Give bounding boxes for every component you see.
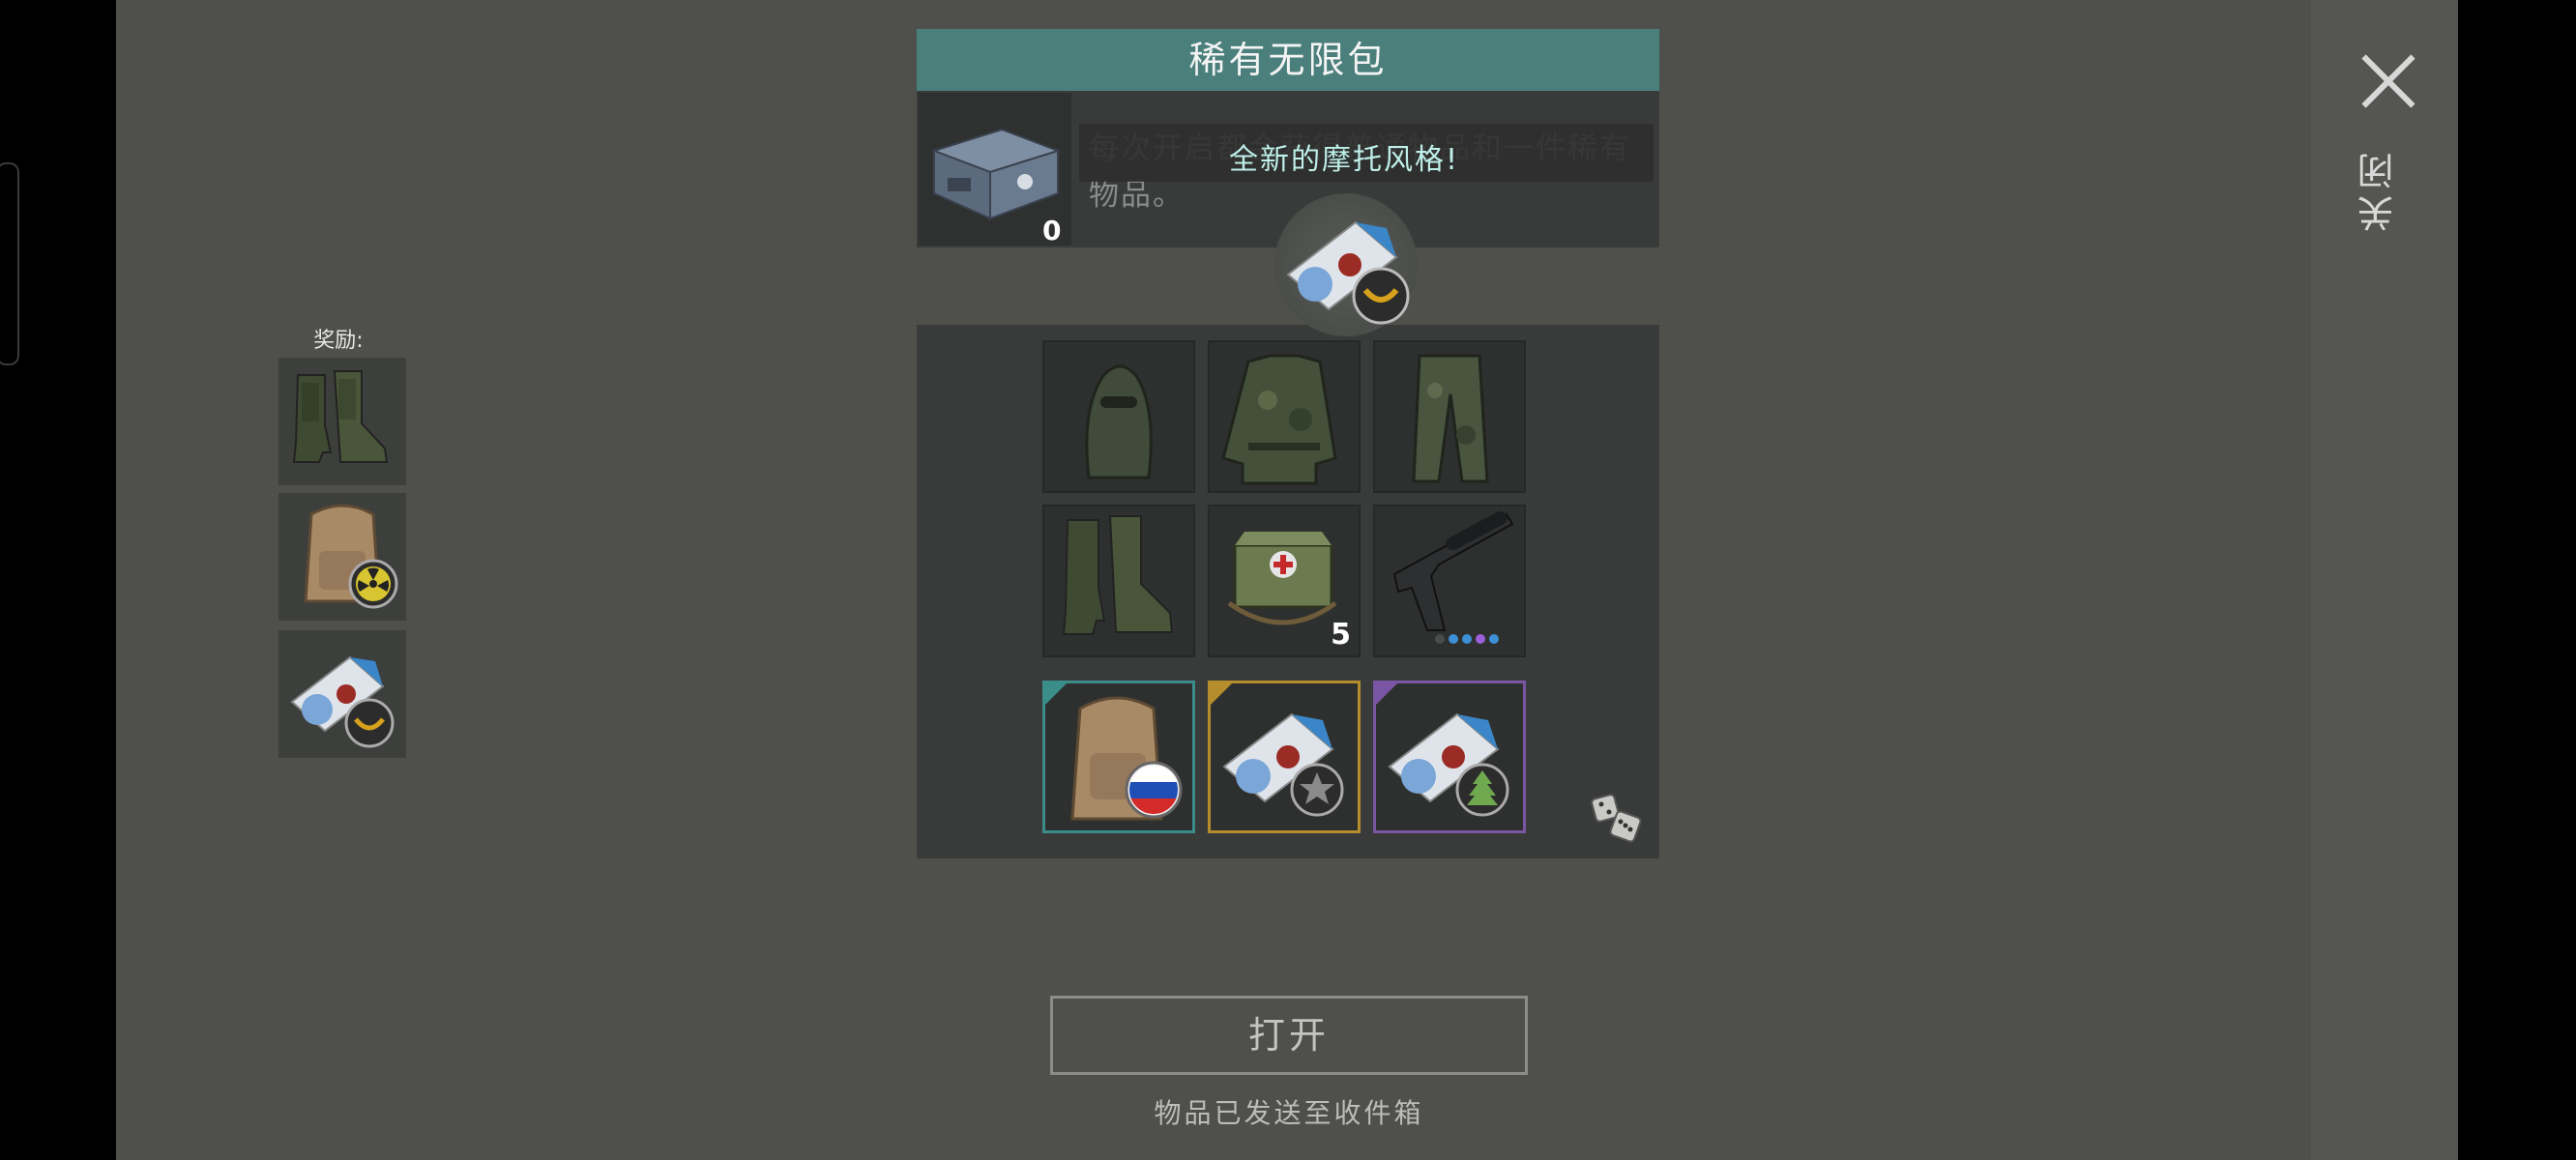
rarity-corner [1376,683,1397,705]
item-grid-panel: 5 [917,325,1659,858]
grid-slot-manual-star[interactable] [1208,681,1361,833]
manual-tree-badge-icon [1388,712,1509,817]
mod-dot [1489,634,1499,644]
balaclava-icon [1085,364,1153,479]
rarity-corner [1211,683,1232,705]
mod-dot [1435,634,1445,644]
tooltip-text: 全新的摩托风格! [1228,143,1460,177]
manual-badge-icon [290,655,395,748]
right-letterbox [2458,0,2576,1160]
tooltip-icon-circle [1274,193,1418,336]
grid-slot-manual-tree[interactable] [1373,681,1526,833]
silenced-pistol-icon [1392,510,1514,631]
backpack-russia-flag-icon [1070,696,1183,821]
boots-icon [292,370,389,463]
rewards-label: 奖励: [313,329,364,353]
grid-slot-medkit[interactable]: 5 [1208,505,1361,657]
grid-slot-pistol[interactable] [1373,505,1526,657]
mod-dot [1462,634,1472,644]
reward-slot-backpack[interactable] [278,493,406,621]
grid-slot-boots[interactable] [1042,505,1195,657]
close-label[interactable]: 关闭 [2352,141,2419,238]
reward-slot-boots[interactable] [278,358,406,485]
grid-slot-backpack-flag[interactable] [1042,681,1195,833]
dice-icon[interactable] [1590,791,1644,845]
motorcycle-style-manual-icon [1286,220,1410,325]
reward-slot-manual[interactable] [278,630,406,758]
manual-star-badge-icon [1222,712,1344,817]
mod-dots [1435,634,1499,644]
open-button[interactable]: 打开 [1050,996,1528,1075]
grid-slot-balaclava[interactable] [1042,340,1195,493]
close-icon[interactable] [2357,50,2419,112]
mod-dot [1476,634,1485,644]
screen-notch [0,162,19,365]
backpack-radiation-icon [304,504,398,609]
chest-count: 0 [1042,215,1062,246]
camo-pants-icon [1412,354,1489,483]
grid-slot-pants[interactable] [1373,340,1526,493]
mod-dot [1449,634,1458,644]
item-count: 5 [1331,618,1351,652]
boots-icon [1062,515,1174,635]
grid-slot-jacket[interactable] [1208,340,1361,493]
camo-jacket-icon [1221,354,1337,485]
panel-title: 稀有无限包 [917,29,1659,91]
status-text: 物品已发送至收件箱 [1154,1097,1424,1129]
rarity-corner [1045,683,1067,705]
